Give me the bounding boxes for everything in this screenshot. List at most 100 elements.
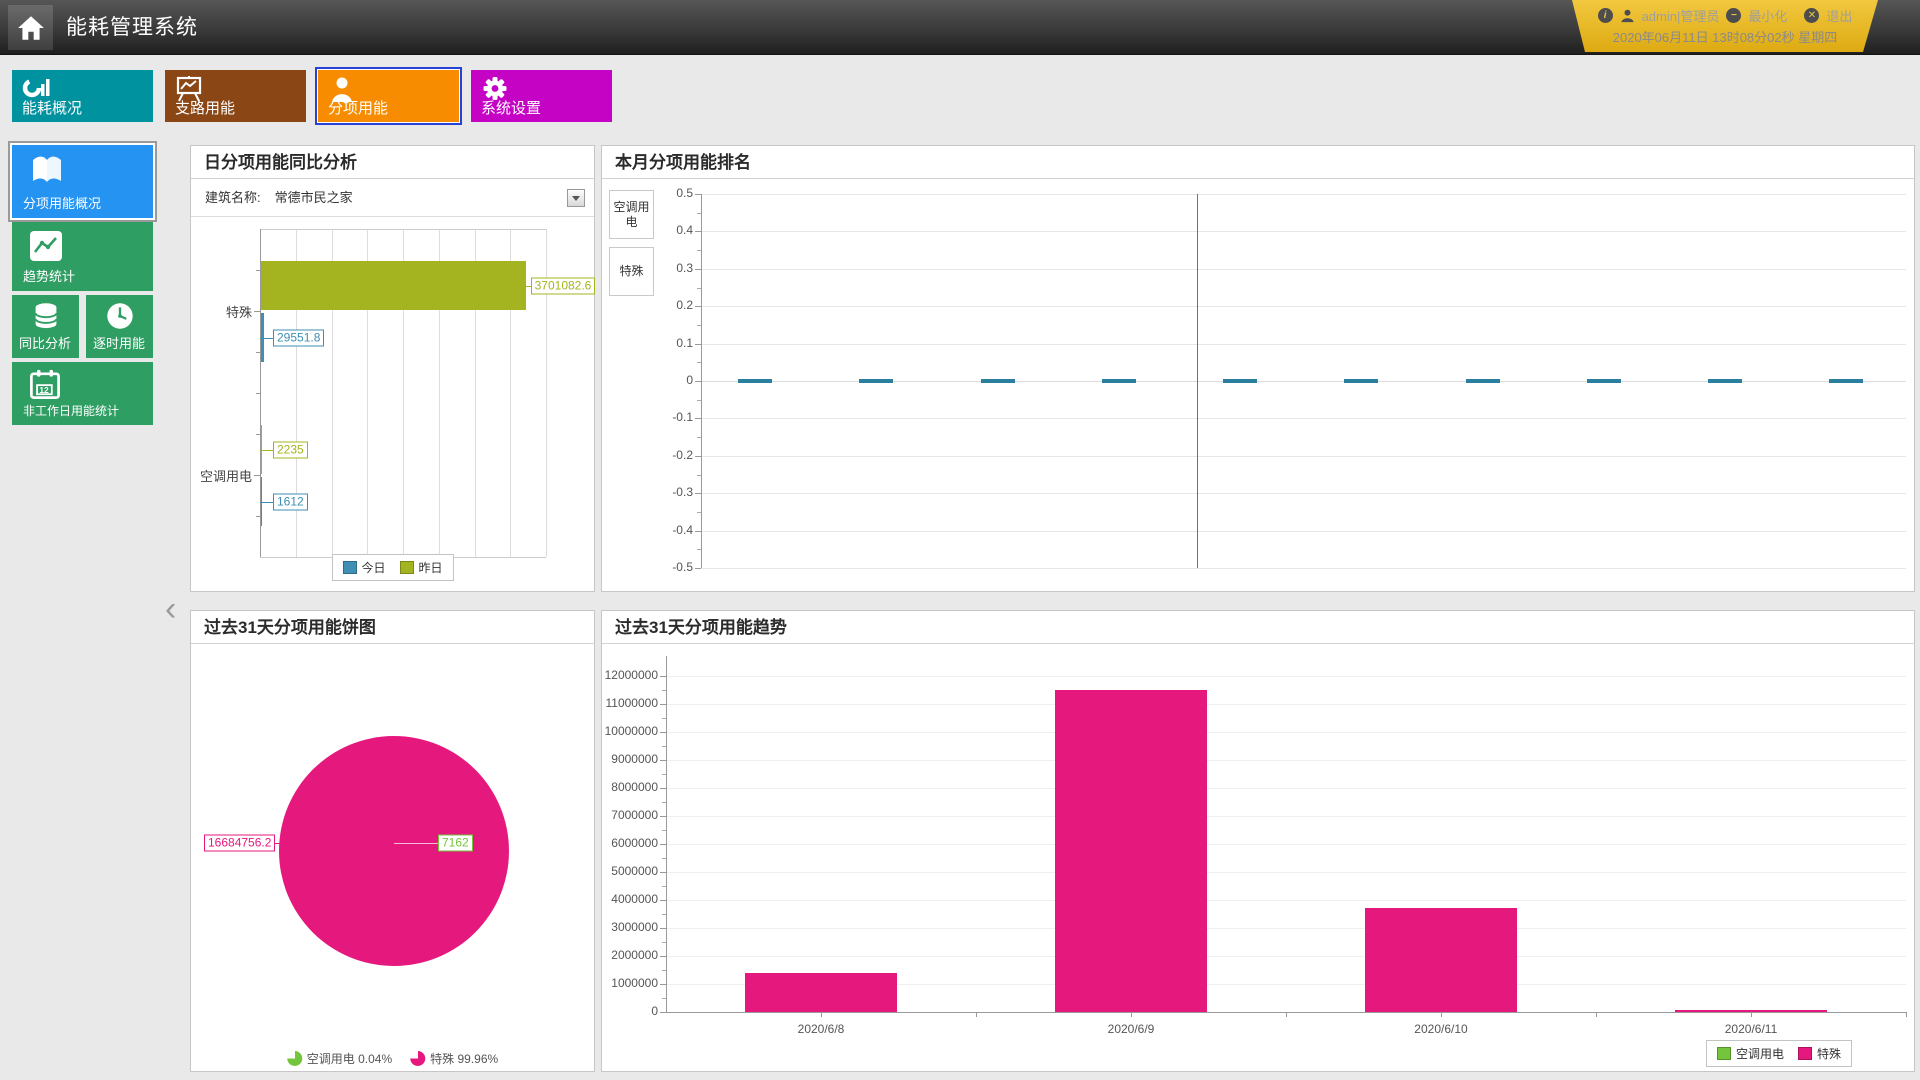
legend: 空调用电 0.04% 特殊 99.96% bbox=[287, 1050, 498, 1067]
legend-swatch bbox=[1798, 1047, 1812, 1060]
minus-circle-icon: − bbox=[1726, 8, 1741, 23]
month-rank-chart: 0.50.40.30.20.10-0.1-0.2-0.3-0.4-0.5 bbox=[602, 179, 1916, 591]
x-tick-label: 2020/6/11 bbox=[1596, 1022, 1906, 1036]
sidebar-item-nonworkday-stats[interactable]: 12 非工作日用能统计 bbox=[12, 362, 153, 425]
value-label: 1612 bbox=[273, 494, 308, 511]
y-tick-label: 0 bbox=[651, 373, 693, 387]
bar-special bbox=[1055, 690, 1207, 1012]
zero-value-bar bbox=[1587, 379, 1621, 383]
y-tick-label: 8000000 bbox=[594, 780, 658, 794]
y-tick-label: 6000000 bbox=[594, 836, 658, 850]
trend-line-icon bbox=[29, 230, 63, 262]
axis-tick bbox=[256, 393, 260, 394]
axis-tick bbox=[256, 270, 260, 271]
legend-swatch bbox=[1717, 1047, 1731, 1060]
gridline bbox=[666, 816, 1906, 817]
axis-tick bbox=[256, 516, 260, 517]
daily-compare-chart: 特殊3701082.629551.8空调用电22351612今日昨日 bbox=[191, 217, 594, 591]
app-title: 能耗管理系统 bbox=[66, 0, 198, 55]
pie-leader-line bbox=[394, 843, 438, 844]
sidebar-item-hourly-energy[interactable]: 逐时用能 bbox=[86, 295, 153, 358]
home-button[interactable] bbox=[8, 5, 53, 50]
gridline bbox=[701, 231, 1906, 232]
y-tick-label: 0.3 bbox=[651, 261, 693, 275]
sidebar-item-trend-stats[interactable]: 趋势统计 bbox=[12, 222, 153, 291]
dropdown-arrow-icon[interactable] bbox=[567, 189, 585, 207]
panel-title: 过去31天分项用能趋势 bbox=[602, 611, 1914, 644]
legend-item[interactable]: 特殊 bbox=[1798, 1045, 1841, 1062]
pie-slice-special bbox=[279, 736, 509, 966]
pie-31d-chart: 16684756.27162空调用电 0.04%特殊 99.96% bbox=[191, 644, 594, 1071]
y-tick-label: -0.4 bbox=[651, 523, 693, 537]
x-tick-label: 2020/6/10 bbox=[1286, 1022, 1596, 1036]
gridline bbox=[701, 344, 1906, 345]
gridline bbox=[701, 269, 1906, 270]
legend-item[interactable]: 空调用电 0.04% bbox=[287, 1050, 392, 1067]
pie-value-label: 7162 bbox=[438, 835, 473, 852]
building-selector[interactable]: 建筑名称:常德市民之家 bbox=[191, 179, 594, 217]
y-tick-label: 7000000 bbox=[594, 808, 658, 822]
value-leader-line bbox=[260, 502, 273, 503]
panel-title: 日分项用能同比分析 bbox=[191, 146, 594, 179]
gridline bbox=[666, 872, 1906, 873]
user-icon bbox=[1620, 8, 1635, 23]
x-tick-label: 2020/6/8 bbox=[666, 1022, 976, 1036]
category-label: 特殊 bbox=[191, 302, 252, 321]
legend-item[interactable]: 今日 bbox=[342, 559, 385, 576]
gridline bbox=[666, 788, 1906, 789]
zero-value-bar bbox=[738, 379, 772, 383]
panel-month-rank: 本月分项用能排名 空调用电 特殊 0.50.40.30.20.10-0.1-0.… bbox=[601, 145, 1915, 592]
y-tick-label: 2000000 bbox=[594, 948, 658, 962]
zero-value-bar bbox=[859, 379, 893, 383]
tab-itemized-energy[interactable]: 分项用能 bbox=[318, 70, 459, 122]
category-label: 空调用电 bbox=[191, 466, 252, 485]
trend-31d-chart: 0100000020000003000000400000050000006000… bbox=[602, 644, 1914, 1071]
tab-energy-overview[interactable]: 能耗概况 bbox=[12, 70, 153, 122]
sidebar-item-yoy-analysis[interactable]: 同比分析 bbox=[12, 295, 79, 358]
y-tick-label: 3000000 bbox=[594, 920, 658, 934]
gridline bbox=[666, 760, 1906, 761]
gridline bbox=[701, 531, 1906, 532]
datetime-label: 2020年06月11日 13时08分02秒 星期四 bbox=[1572, 27, 1878, 46]
x-axis-tick bbox=[1441, 1012, 1442, 1017]
axis-tick bbox=[695, 568, 701, 569]
y-axis bbox=[666, 656, 667, 1012]
legend-item[interactable]: 特殊 99.96% bbox=[410, 1050, 498, 1067]
bar-special bbox=[745, 973, 897, 1012]
x-axis-tick bbox=[1751, 1012, 1752, 1017]
gridline bbox=[666, 704, 1906, 705]
building-value: 常德市民之家 bbox=[275, 190, 353, 205]
book-icon bbox=[28, 154, 66, 186]
legend: 空调用电特殊 bbox=[1706, 1040, 1852, 1067]
plot-border-top bbox=[260, 229, 546, 230]
tab-system-settings[interactable]: 系统设置 bbox=[471, 70, 612, 122]
zero-value-bar bbox=[1344, 379, 1378, 383]
x-tick-label: 2020/6/9 bbox=[976, 1022, 1286, 1036]
month-rank-body: 空调用电 特殊 0.50.40.30.20.10-0.1-0.2-0.3-0.4… bbox=[602, 179, 1914, 591]
info-circle-icon[interactable]: i bbox=[1598, 8, 1613, 23]
x-axis-tick bbox=[1131, 1012, 1132, 1017]
value-label: 3701082.6 bbox=[531, 278, 596, 295]
y-tick-label: 5000000 bbox=[594, 864, 658, 878]
gridline bbox=[666, 956, 1906, 957]
collapse-sidebar-arrow-icon[interactable]: ‹ bbox=[165, 592, 176, 626]
user-ribbon: i admin|管理员 − 最小化 ✕ 退出 2020年06月11日 13时08… bbox=[1572, 0, 1878, 52]
tab-branch-energy[interactable]: 支路用能 bbox=[165, 70, 306, 122]
marker-line bbox=[1197, 194, 1198, 568]
gridline bbox=[666, 732, 1906, 733]
sidebar-item-itemized-overview[interactable]: 分项用能概况 bbox=[12, 145, 153, 218]
y-tick-label: 10000000 bbox=[594, 724, 658, 738]
calendar-icon: 12 bbox=[28, 367, 62, 401]
legend-item[interactable]: 昨日 bbox=[400, 559, 443, 576]
legend-swatch bbox=[342, 561, 356, 574]
legend-item[interactable]: 空调用电 bbox=[1717, 1045, 1784, 1062]
logout-button[interactable]: 退出 bbox=[1826, 6, 1852, 25]
gridline bbox=[701, 493, 1906, 494]
gridline bbox=[701, 568, 1906, 569]
axis-tick bbox=[254, 311, 260, 312]
y-tick-label: 0.4 bbox=[651, 223, 693, 237]
panel-daily-compare: 日分项用能同比分析 建筑名称:常德市民之家 特殊3701082.629551.8… bbox=[190, 145, 595, 592]
home-icon bbox=[16, 14, 46, 42]
minimize-button[interactable]: 最小化 bbox=[1748, 6, 1787, 25]
panel-pie-31d: 过去31天分项用能饼图 16684756.27162空调用电 0.04%特殊 9… bbox=[190, 610, 595, 1072]
